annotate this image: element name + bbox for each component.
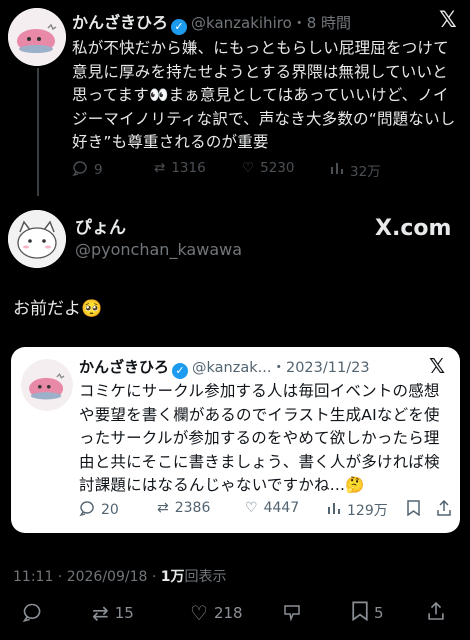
- bottom-bookmark-button[interactable]: 5: [352, 601, 384, 625]
- pink-blob-avatar-icon: [21, 359, 73, 411]
- parent-actions: 9 ⇄ 1316 ♡ 5230 32万: [72, 160, 462, 182]
- repost-icon: ⇄: [154, 160, 166, 176]
- quoted-reply-count: 20: [101, 502, 119, 518]
- quoted-repost-button[interactable]: ⇄ 2386: [157, 500, 210, 516]
- share-icon: [428, 601, 444, 625]
- quoted-avatar[interactable]: [21, 359, 73, 411]
- quoted-tweet-card[interactable]: かんざきひろ ✓ @kanzak...・2023/11/23 𝕏 コミケにサークル参…: [11, 347, 460, 533]
- quoted-like-count: 4447: [263, 500, 300, 516]
- parent-handle[interactable]: @kanzakihiro: [191, 14, 292, 32]
- views-button[interactable]: 32万: [330, 160, 381, 180]
- reply-button[interactable]: 9: [72, 160, 103, 180]
- bottom-action-bar: ⇄ 15 ♡ 218 5: [0, 598, 470, 628]
- quoted-share-button[interactable]: [437, 499, 451, 520]
- thread-line: [37, 68, 39, 196]
- like-count: 5230: [260, 160, 295, 176]
- quoted-views-button[interactable]: 129万: [327, 500, 388, 520]
- repost-count: 1316: [171, 160, 206, 176]
- reply-handle[interactable]: @pyonchan_kawawa: [75, 240, 242, 259]
- x-logo-icon[interactable]: 𝕏: [429, 354, 445, 378]
- heart-icon: ♡: [245, 500, 258, 516]
- quoted-text: コミケにサークル参加する人は毎回イベントの感想や要望を書く欄があるのでイラスト生…: [79, 382, 440, 494]
- verified-badge-icon: ✓: [171, 19, 188, 35]
- bookmark-icon: [407, 500, 420, 520]
- parent-name[interactable]: かんざきひろ: [72, 13, 168, 32]
- bottom-repost-button[interactable]: ⇄ 15: [92, 601, 134, 625]
- repost-button[interactable]: ⇄ 1316: [154, 160, 206, 176]
- bookmark-icon: [352, 601, 368, 625]
- parent-text: 私が不快だから嫌、にもっともらしい屁理屈をつけて意見に厚みを持たせようとする界隈…: [72, 39, 456, 151]
- bottom-dislike-button[interactable]: [282, 602, 302, 626]
- parent-header: かんざきひろ ✓ @kanzakihiro・8 時間: [72, 9, 351, 35]
- verified-badge-icon: ✓: [172, 363, 189, 379]
- tweet-datetime[interactable]: 11:11 · 2026/09/18 ·: [13, 569, 161, 585]
- tweet-views-count: 1万: [160, 569, 185, 585]
- repost-icon: ⇄: [157, 500, 169, 516]
- views-chart-icon: [330, 161, 344, 179]
- x-logo-icon[interactable]: 𝕏: [439, 8, 457, 33]
- tweet-views-label: 回表示: [184, 569, 227, 585]
- quoted-reply-button[interactable]: 20: [79, 500, 119, 520]
- views-count: 32万: [350, 164, 381, 180]
- bottom-like-button[interactable]: ♡ 218: [190, 601, 243, 625]
- repost-icon: ⇄: [92, 601, 109, 625]
- bottom-like-count: 218: [213, 604, 243, 622]
- pink-blob-avatar-icon: [8, 8, 66, 66]
- reply-avatar[interactable]: [8, 210, 66, 268]
- broken-heart-icon: [282, 602, 302, 626]
- quoted-header: かんざきひろ ✓ @kanzak...・2023/11/23: [79, 356, 370, 379]
- parent-time[interactable]: ・8 時間: [292, 14, 351, 32]
- bottom-repost-count: 15: [114, 604, 134, 622]
- quoted-views-count: 129万: [347, 503, 388, 519]
- reply-name[interactable]: ぴょん: [75, 213, 126, 238]
- reply-count: 9: [94, 162, 103, 178]
- reply-icon: [79, 500, 95, 520]
- like-button[interactable]: ♡ 5230: [242, 160, 294, 176]
- quoted-bookmark-button[interactable]: [407, 500, 420, 520]
- views-chart-icon: [327, 501, 341, 519]
- heart-icon: ♡: [242, 160, 255, 176]
- parent-avatar[interactable]: [8, 8, 66, 66]
- bottom-share-button[interactable]: [428, 601, 444, 625]
- cat-avatar-icon: [8, 210, 66, 268]
- bottom-bookmark-count: 5: [374, 604, 384, 622]
- reply-icon: [22, 602, 42, 626]
- quoted-handle[interactable]: @kanzak...: [192, 360, 271, 376]
- heart-icon: ♡: [190, 601, 208, 625]
- bottom-reply-button[interactable]: [22, 602, 42, 626]
- tweet-meta: 11:11 · 2026/09/18 · 1万回表示: [13, 566, 227, 586]
- quoted-repost-count: 2386: [174, 500, 211, 516]
- quoted-actions: 20 ⇄ 2386 ♡ 4447 129万: [79, 499, 451, 522]
- quoted-date[interactable]: ・2023/11/23: [271, 360, 369, 376]
- share-icon: [437, 499, 451, 520]
- quoted-name[interactable]: かんざきひろ: [79, 358, 169, 376]
- x-com-brand: X.com: [375, 216, 452, 241]
- reply-icon: [72, 160, 88, 180]
- quoted-like-button[interactable]: ♡ 4447: [245, 500, 299, 516]
- reply-text: お前だよ🥺: [13, 299, 103, 319]
